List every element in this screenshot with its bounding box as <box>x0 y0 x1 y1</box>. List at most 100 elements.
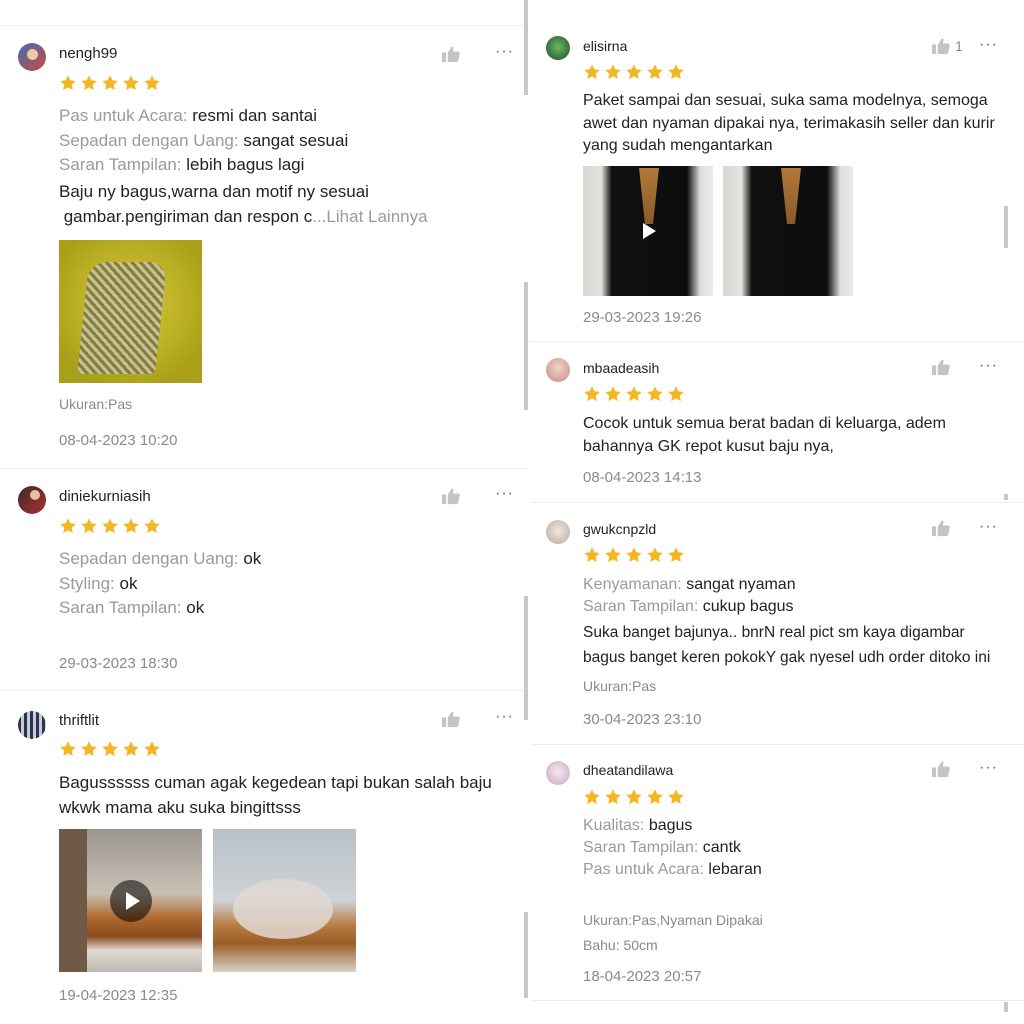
rating-stars <box>59 740 161 758</box>
star-icon <box>604 788 622 806</box>
review-photo[interactable] <box>59 240 202 383</box>
avatar[interactable] <box>546 36 570 60</box>
star-icon <box>583 385 601 403</box>
scrollbar[interactable] <box>1004 1002 1008 1012</box>
rating-stars <box>583 546 685 564</box>
review-date: 08-04-2023 10:20 <box>59 432 178 449</box>
avatar[interactable] <box>546 520 570 544</box>
avatar[interactable] <box>18 43 46 71</box>
scrollbar[interactable] <box>1004 206 1008 248</box>
shoulder-size-info: Bahu: 50cm <box>583 937 658 953</box>
star-icon <box>122 74 140 92</box>
username[interactable]: gwukcnpzld <box>583 521 656 537</box>
review-photo[interactable] <box>213 829 356 972</box>
thumbs-up-icon[interactable] <box>441 487 461 505</box>
star-icon <box>667 546 685 564</box>
more-options-icon[interactable]: ··· <box>979 358 998 374</box>
thumbs-up-icon[interactable] <box>931 358 951 376</box>
review-text-line: Baju ny bagus,warna dan motif ny sesuai <box>59 182 369 201</box>
star-icon <box>59 740 77 758</box>
review-attribute: Pas untuk Acara: lebaran <box>583 861 762 879</box>
review-attribute: Sepadan dengan Uang: ok <box>59 549 261 569</box>
star-icon <box>583 788 601 806</box>
review-attribute: Sepadan dengan Uang: sangat sesuai <box>59 131 348 151</box>
avatar[interactable] <box>18 486 46 514</box>
thumbs-up-icon[interactable] <box>441 45 461 63</box>
scrollbar[interactable] <box>524 282 528 410</box>
play-icon[interactable] <box>109 879 153 923</box>
review-video-thumbnail[interactable] <box>59 829 202 972</box>
attribute-value: cantk <box>702 839 742 856</box>
more-options-icon[interactable]: ··· <box>979 37 998 53</box>
star-icon <box>604 63 622 81</box>
more-options-icon[interactable]: ··· <box>979 519 998 535</box>
attribute-value: ok <box>243 549 262 568</box>
size-info: Ukuran:Pas <box>59 396 133 412</box>
attribute-value: lebih bagus lagi <box>186 155 305 174</box>
attribute-value: lebaran <box>708 861 762 878</box>
review-video-thumbnail[interactable] <box>583 166 713 296</box>
review-text-line: Bagussssss cuman agak kegedean tapi buka… <box>59 773 492 792</box>
scrollbar[interactable] <box>524 912 528 998</box>
star-icon <box>646 788 664 806</box>
avatar[interactable] <box>18 711 46 739</box>
more-options-icon[interactable]: ··· <box>495 486 514 502</box>
review-attribute: Kualitas: bagus <box>583 817 692 835</box>
review-text: Baju ny bagus,warna dan motif ny sesuai … <box>59 179 428 229</box>
star-icon <box>80 74 98 92</box>
star-icon <box>646 63 664 81</box>
see-more-link[interactable]: ...Lihat Lainnya <box>312 207 427 226</box>
attribute-value: resmi dan santai <box>192 106 317 125</box>
scrollbar[interactable] <box>524 596 528 720</box>
scrollbar[interactable] <box>1004 494 1008 500</box>
review-attribute: Pas untuk Acara: resmi dan santai <box>59 106 317 126</box>
more-options-icon[interactable]: ··· <box>495 44 514 60</box>
review-card: diniekurniasih ··· Sepadan dengan Uang: … <box>0 469 528 690</box>
star-icon <box>80 740 98 758</box>
username[interactable]: diniekurniasih <box>59 488 151 505</box>
attribute-label: Kenyamanan: <box>583 576 687 593</box>
username[interactable]: mbaadeasih <box>583 360 659 376</box>
attribute-label: Styling: <box>59 574 120 593</box>
rating-stars <box>583 63 685 81</box>
thumbs-up-icon[interactable] <box>931 760 951 778</box>
thumbs-up-icon[interactable] <box>931 519 951 537</box>
review-text-line: Paket sampai dan sesuai, suka sama model… <box>583 92 988 109</box>
star-icon <box>122 740 140 758</box>
star-icon <box>625 63 643 81</box>
star-icon <box>80 517 98 535</box>
review-attribute: Saran Tampilan: cukup bagus <box>583 598 794 616</box>
star-icon <box>59 517 77 535</box>
star-icon <box>101 517 119 535</box>
thumbs-up-icon[interactable] <box>441 710 461 728</box>
like-count: 1 <box>955 38 963 54</box>
username[interactable]: elisirna <box>583 38 627 54</box>
more-options-icon[interactable]: ··· <box>979 760 998 776</box>
attribute-value: cukup bagus <box>702 598 794 615</box>
play-icon[interactable] <box>636 219 660 243</box>
star-icon <box>646 385 664 403</box>
avatar[interactable] <box>546 358 570 382</box>
review-text-line: awet dan nyaman dipakai nya, terimakasih… <box>583 114 995 132</box>
review-card: thriftlit ··· Bagussssss cuman agak kege… <box>0 691 528 1024</box>
thumbs-up-icon[interactable] <box>931 37 951 55</box>
more-options-icon[interactable]: ··· <box>495 709 514 725</box>
username[interactable]: thriftlit <box>59 712 99 729</box>
star-icon <box>625 788 643 806</box>
review-divider <box>530 1000 1024 1001</box>
username[interactable]: dheatandilawa <box>583 762 673 778</box>
attribute-value: bagus <box>648 817 693 834</box>
avatar[interactable] <box>546 761 570 785</box>
rating-stars <box>59 517 161 535</box>
username[interactable]: nengh99 <box>59 45 117 62</box>
size-info: Ukuran:Pas <box>583 678 657 694</box>
review-text-line: bagus banget keren pokokY gak nyesel udh… <box>583 649 991 666</box>
scrollbar[interactable] <box>524 0 528 95</box>
star-icon <box>667 788 685 806</box>
review-photo[interactable] <box>723 166 853 296</box>
review-text: Paket sampai dan sesuai, suka sama model… <box>583 90 995 158</box>
review-card: elisirna 1 ··· Paket sampai dan sesuai, … <box>530 0 1024 341</box>
review-text: Cocok untuk semua berat badan di keluarg… <box>583 413 946 458</box>
attribute-label: Saran Tampilan: <box>583 839 703 856</box>
review-text-line: wkwk mama aku suka bingittsss <box>59 798 301 817</box>
